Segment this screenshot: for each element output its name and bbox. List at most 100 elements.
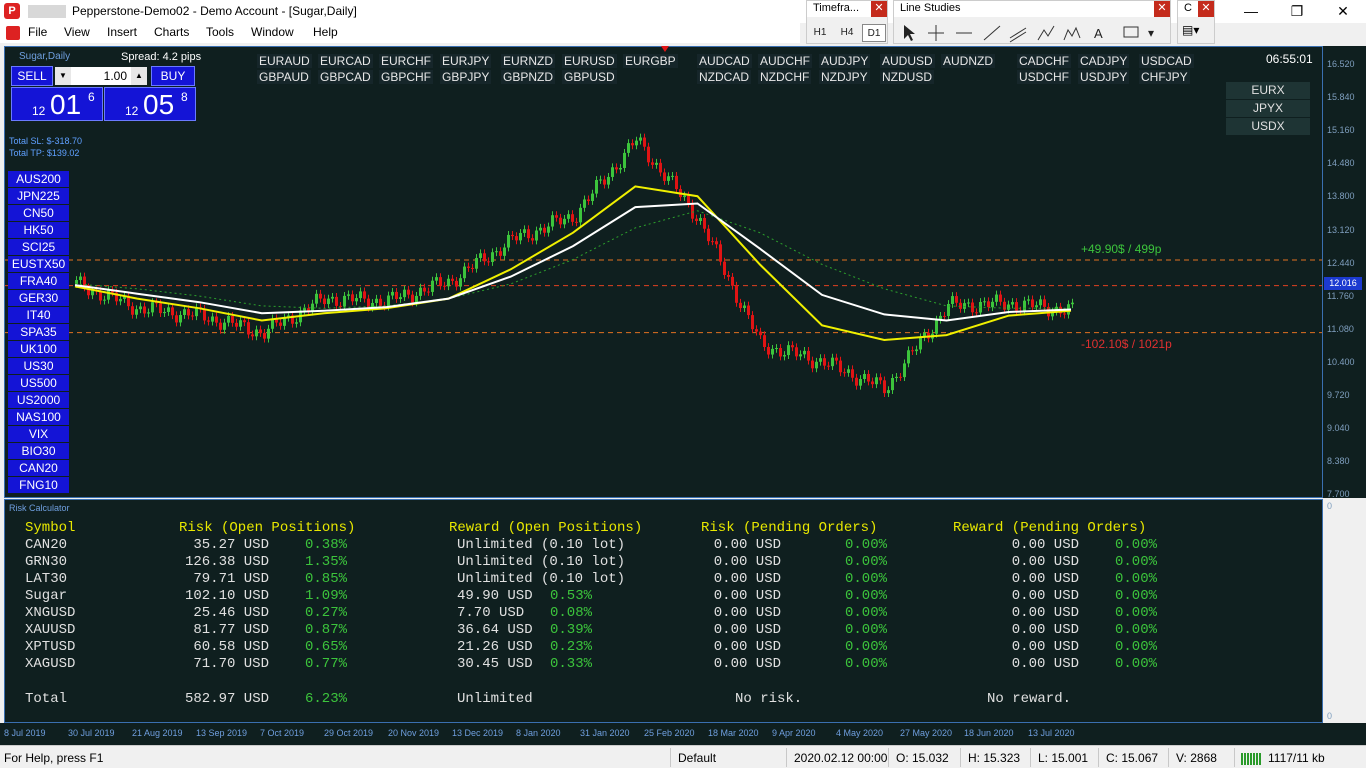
line-studies-close-icon[interactable]: ✕ <box>1154 1 1170 17</box>
risk-row-risk: 79.71 USD <box>193 571 269 587</box>
pair-button-cadjpy[interactable]: CADJPY <box>1078 54 1130 68</box>
pair-button-usdjpy[interactable]: USDJPY <box>1078 70 1130 84</box>
symbol-button-us30[interactable]: US30 <box>8 358 69 374</box>
candle-body <box>743 305 746 309</box>
pair-button-eurnzd[interactable]: EURNZD <box>501 54 555 68</box>
chart-type-icon[interactable]: ▤▾ <box>1182 23 1210 41</box>
symbol-button-aus200[interactable]: AUS200 <box>8 171 69 187</box>
maximize-button[interactable]: ❐ <box>1274 0 1320 23</box>
pair-button-nzdjpy[interactable]: NZDJPY <box>819 70 870 84</box>
risk-row-pending-risk-percent: 0.00% <box>845 605 888 621</box>
pair-button-eurchf[interactable]: EURCHF <box>379 54 433 68</box>
lot-decrease-icon[interactable]: ▼ <box>55 67 71 85</box>
pair-button-chfjpy[interactable]: CHFJPY <box>1139 70 1190 84</box>
pair-button-nzdusd[interactable]: NZDUSD <box>880 70 934 84</box>
index-button-usdx[interactable]: USDX <box>1226 118 1310 135</box>
candle-body <box>831 357 834 367</box>
timeframe-h1-button[interactable]: H1 <box>808 24 832 42</box>
chart-type-close-icon[interactable]: ✕ <box>1198 1 1214 17</box>
menu-bar: File View Insert Charts Tools Window Hel… <box>0 23 800 43</box>
status-profile[interactable]: Default <box>678 751 716 765</box>
symbol-button-ger30[interactable]: GER30 <box>8 290 69 306</box>
pair-button-gbpusd[interactable]: GBPUSD <box>562 70 617 84</box>
symbol-button-nas100[interactable]: NAS100 <box>8 409 69 425</box>
pair-button-eurjpy[interactable]: EURJPY <box>440 54 492 68</box>
candle-body <box>387 295 390 307</box>
pair-button-audjpy[interactable]: AUDJPY <box>819 54 871 68</box>
document-icon[interactable] <box>6 26 20 40</box>
risk-row-symbol: CAN20 <box>25 537 68 553</box>
symbol-button-can20[interactable]: CAN20 <box>8 460 69 476</box>
candle-body <box>639 137 642 141</box>
symbol-button-spa35[interactable]: SPA35 <box>8 324 69 340</box>
pair-button-gbpcad[interactable]: GBPCAD <box>318 70 373 84</box>
timeframe-d1-button[interactable]: D1 <box>862 24 886 42</box>
candle-body <box>559 217 562 225</box>
risk-row-pending-risk: 0.00 USD <box>713 622 781 638</box>
minimize-button[interactable]: — <box>1228 0 1274 23</box>
status-divider <box>960 748 961 767</box>
index-button-eurx[interactable]: EURX <box>1226 82 1310 99</box>
pair-button-eurcad[interactable]: EURCAD <box>318 54 373 68</box>
pair-button-gbpaud[interactable]: GBPAUD <box>257 70 311 84</box>
price-chart[interactable]: Sugar,Daily Spread: 4.2 pips 06:55:01 SE… <box>4 46 1323 498</box>
menu-window[interactable]: Window <box>251 25 294 39</box>
risk-row-pending-reward: 0.00 USD <box>1011 605 1079 621</box>
symbol-button-it40[interactable]: IT40 <box>8 307 69 323</box>
symbol-button-bio30[interactable]: BIO30 <box>8 443 69 459</box>
time-axis: 8 Jul 2019 30 Jul 2019 21 Aug 2019 13 Sep 2… <box>0 723 1366 745</box>
pair-button-audusd[interactable]: AUDUSD <box>880 54 935 68</box>
symbol-button-eustx50[interactable]: EUSTX50 <box>8 256 69 272</box>
symbol-button-uk100[interactable]: UK100 <box>8 341 69 357</box>
candle-body <box>943 315 946 317</box>
menu-file[interactable]: File <box>28 25 47 39</box>
symbol-button-cn50[interactable]: CN50 <box>8 205 69 221</box>
pair-button-usdchf[interactable]: USDCHF <box>1017 70 1071 84</box>
pair-button-audnzd[interactable]: AUDNZD <box>941 54 995 68</box>
pair-button-gbpjpy[interactable]: GBPJPY <box>440 70 492 84</box>
symbol-button-us2000[interactable]: US2000 <box>8 392 69 408</box>
symbol-button-us500[interactable]: US500 <box>8 375 69 391</box>
menu-view[interactable]: View <box>64 25 90 39</box>
pair-button-euraud[interactable]: EURAUD <box>257 54 312 68</box>
risk-row-pending-risk-percent: 0.00% <box>845 639 888 655</box>
symbol-button-sci25[interactable]: SCI25 <box>8 239 69 255</box>
menu-help[interactable]: Help <box>313 25 338 39</box>
status-volume: V: 2868 <box>1176 751 1217 765</box>
lot-input[interactable]: 1.00 <box>71 67 131 85</box>
pair-button-audcad[interactable]: AUDCAD <box>697 54 752 68</box>
symbol-button-fra40[interactable]: FRA40 <box>8 273 69 289</box>
menu-tools[interactable]: Tools <box>206 25 234 39</box>
connection-bars-icon <box>1241 753 1261 765</box>
symbol-button-jpn225[interactable]: JPN225 <box>8 188 69 204</box>
pair-button-usdcad[interactable]: USDCAD <box>1139 54 1194 68</box>
pair-button-gbpnzd[interactable]: GBPNZD <box>501 70 556 84</box>
pair-button-eurgbp[interactable]: EURGBP <box>623 54 678 68</box>
pair-button-audchf[interactable]: AUDCHF <box>758 54 812 68</box>
pair-button-eurusd[interactable]: EURUSD <box>562 54 617 68</box>
buy-button[interactable]: BUY <box>151 66 195 86</box>
menu-insert[interactable]: Insert <box>107 25 137 39</box>
close-window-button[interactable]: ✕ <box>1320 0 1366 23</box>
buy-price-box[interactable]: 12 05 8 <box>104 87 196 121</box>
pair-button-gbpchf[interactable]: GBPCHF <box>379 70 434 84</box>
timeframe-h4-button[interactable]: H4 <box>835 24 859 42</box>
pair-button-nzdchf[interactable]: NZDCHF <box>758 70 812 84</box>
sell-button[interactable]: SELL <box>11 66 53 86</box>
menu-charts[interactable]: Charts <box>154 25 189 39</box>
index-button-jpyx[interactable]: JPYX <box>1226 100 1310 117</box>
symbol-button-fng10[interactable]: FNG10 <box>8 477 69 493</box>
candle-body <box>591 193 594 202</box>
risk-row-pending-reward: 0.00 USD <box>1011 656 1079 672</box>
pair-button-nzdcad[interactable]: NZDCAD <box>697 70 751 84</box>
sell-price-box[interactable]: 12 01 6 <box>11 87 103 121</box>
symbol-button-vix[interactable]: VIX <box>8 426 69 442</box>
status-divider <box>1168 748 1169 767</box>
risk-row-symbol: XNGUSD <box>25 605 76 621</box>
pair-button-cadchf[interactable]: CADCHF <box>1017 54 1071 68</box>
timeframes-close-icon[interactable]: ✕ <box>871 1 887 17</box>
candle-body <box>799 354 802 357</box>
lot-increase-icon[interactable]: ▲ <box>131 67 147 85</box>
symbol-button-hk50[interactable]: HK50 <box>8 222 69 238</box>
candle-body <box>715 241 718 245</box>
